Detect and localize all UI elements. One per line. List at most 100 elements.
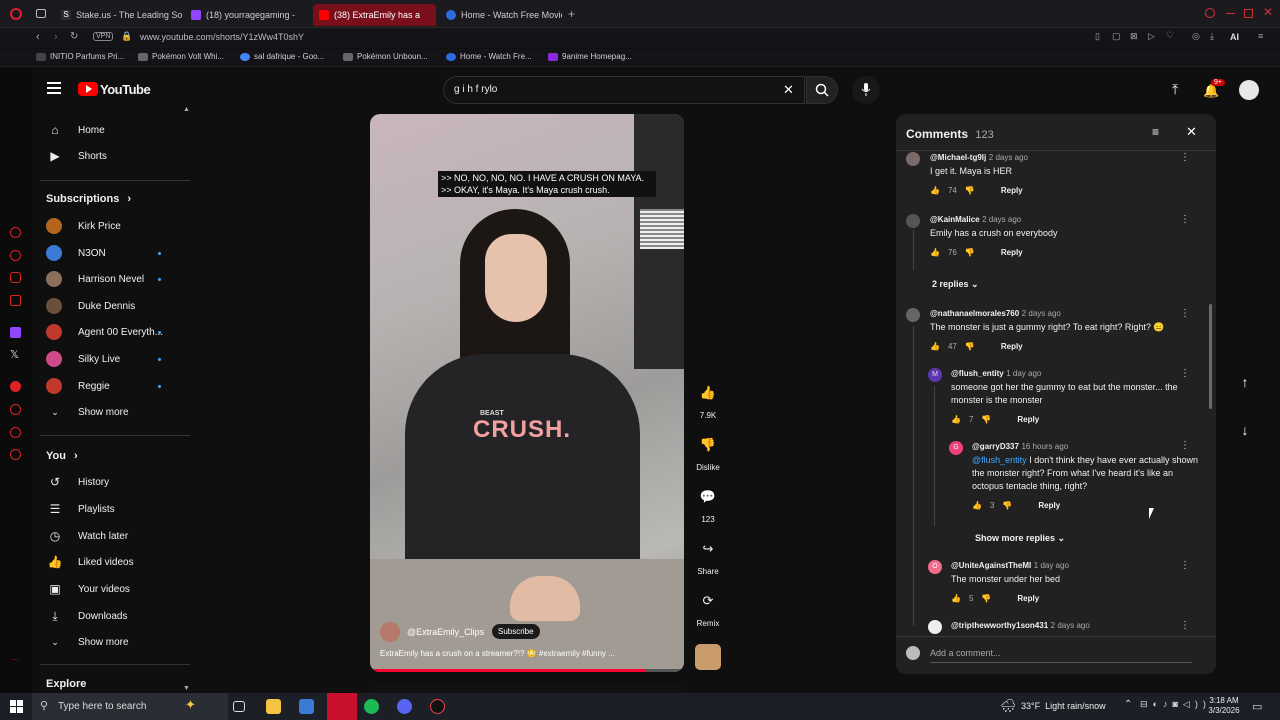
minimize-window-button[interactable] xyxy=(1226,13,1235,14)
subscriptions-heading[interactable]: Subscriptions › xyxy=(46,193,131,205)
bookmark-item[interactable]: INITIO Parfums Pri... xyxy=(36,52,124,61)
bookmark-item[interactable]: Pokémon Unboun... xyxy=(343,52,428,61)
subscription-item[interactable]: Silky Live xyxy=(46,349,120,369)
reload-icon[interactable]: ↻ xyxy=(70,31,78,42)
windows-start-icon[interactable] xyxy=(10,700,23,713)
channel-avatar[interactable] xyxy=(380,622,400,642)
subscription-item[interactable]: N3ON xyxy=(46,243,106,263)
comment-menu-icon[interactable]: ⋮ xyxy=(1180,368,1190,379)
add-comment-input[interactable]: Add a comment... xyxy=(930,648,1001,658)
comments-button[interactable]: 💬 123 xyxy=(692,482,724,524)
reply-avatar[interactable]: M xyxy=(928,368,942,382)
maximize-window-button[interactable] xyxy=(1244,9,1253,18)
thumbs-down-icon[interactable]: 👎 xyxy=(981,594,991,603)
search-input[interactable]: g i h f rylo xyxy=(454,84,497,95)
reply-button[interactable]: Reply xyxy=(1001,248,1023,257)
thumbs-down-icon[interactable]: 👎 xyxy=(1002,501,1012,510)
video-title[interactable]: ExtraEmily has a crush on a streamer?!? … xyxy=(380,649,615,658)
sidebar-item-liked-videos[interactable]: 👍 Liked videos xyxy=(46,552,134,572)
app-icon[interactable] xyxy=(430,699,445,714)
share-button[interactable]: ↪ Share xyxy=(692,534,724,576)
browser-tab-youtube-active[interactable]: (38) ExtraEmily has a xyxy=(313,4,436,26)
thumbs-down-icon[interactable]: 👎 xyxy=(965,342,975,351)
rail-more-icon[interactable]: ⋯ xyxy=(11,655,19,664)
clock[interactable]: 3:18 AM 3/3/2026 xyxy=(1207,696,1241,716)
search-button[interactable] xyxy=(806,76,838,104)
previous-short-button[interactable]: ↑ xyxy=(1233,370,1257,394)
new-tab-button[interactable]: + xyxy=(568,7,575,21)
youtube-logo-icon[interactable] xyxy=(78,82,98,96)
bookmark-item[interactable]: 9anime Homepag... xyxy=(548,52,632,61)
rail-instagram-icon[interactable] xyxy=(10,272,21,283)
comment-menu-icon[interactable]: ⋮ xyxy=(1180,214,1190,225)
clear-search-icon[interactable]: ✕ xyxy=(783,82,794,98)
dislike-button[interactable]: 👎 Dislike xyxy=(692,430,724,472)
comment-author[interactable]: @garryD337 xyxy=(972,442,1019,451)
reply-button[interactable]: Reply xyxy=(1001,342,1023,351)
rail-spotify-icon[interactable] xyxy=(10,381,21,392)
adblock-icon[interactable]: ⊠ xyxy=(1130,31,1138,42)
like-button[interactable]: 👍 7.9K xyxy=(692,378,724,420)
comment-menu-icon[interactable]: ⋮ xyxy=(1180,620,1190,631)
download-icon[interactable]: ⤓ xyxy=(1210,31,1214,42)
guide-menu-icon[interactable] xyxy=(47,82,61,94)
reply-button[interactable]: Reply xyxy=(1017,594,1039,603)
notification-center-icon[interactable]: ▭ xyxy=(1252,700,1262,713)
opera-taskbar-button[interactable] xyxy=(327,693,357,720)
thumbs-up-icon[interactable]: 👍 xyxy=(930,342,940,351)
close-window-button[interactable]: ✕ xyxy=(1263,5,1273,19)
thumbs-up-icon[interactable]: 👍 xyxy=(972,501,982,510)
next-short-button[interactable]: ↓ xyxy=(1233,418,1257,442)
comment-author[interactable]: @KainMalice xyxy=(930,215,980,224)
comment-author[interactable]: @tripthewworthy1son431 xyxy=(951,621,1048,630)
sidebar-scroll-up-icon[interactable]: ▲ xyxy=(183,106,190,113)
subscription-item[interactable]: Reggie xyxy=(46,376,110,396)
thumbs-up-icon[interactable]: 👍 xyxy=(951,415,961,424)
sidebar-item-history[interactable]: ↺ History xyxy=(46,472,109,492)
weather-text[interactable]: 33°F Light rain/snow xyxy=(1021,701,1106,711)
thumbs-down-icon[interactable]: 👎 xyxy=(981,415,991,424)
commenter-avatar[interactable] xyxy=(906,152,920,166)
reply-avatar[interactable]: O xyxy=(928,560,942,574)
thumbs-up-icon[interactable]: 👍 xyxy=(951,594,961,603)
search-box[interactable]: g i h f rylo ✕ xyxy=(443,76,805,104)
view-replies-toggle[interactable]: 2 replies ⌄ xyxy=(932,279,979,290)
bookmark-page-icon[interactable]: ▯ xyxy=(1095,31,1100,42)
heart-icon[interactable]: ♡ xyxy=(1166,30,1174,41)
player-icon[interactable]: ▷ xyxy=(1148,31,1155,42)
search-tabs-icon[interactable] xyxy=(1205,8,1215,18)
rail-x-icon[interactable]: 𝕏 xyxy=(10,348,19,361)
comments-scrollbar[interactable] xyxy=(1209,304,1212,409)
bookmark-item[interactable]: Pokémon Volt Whi... xyxy=(138,52,224,61)
sidebar-item-playlists[interactable]: ☰ Playlists xyxy=(46,499,115,519)
reply-button[interactable]: Reply xyxy=(1017,415,1039,424)
reply-button[interactable]: Reply xyxy=(1038,501,1060,510)
tab-overview-icon[interactable] xyxy=(36,9,46,18)
sound-thumbnail[interactable] xyxy=(695,644,721,670)
comment-author[interactable]: @nathanaelmorales760 xyxy=(930,309,1019,318)
show-more-replies-button[interactable]: Show more replies ⌄ xyxy=(975,533,1065,544)
task-view-icon[interactable] xyxy=(233,701,245,712)
commenter-avatar[interactable] xyxy=(906,214,920,228)
voice-search-button[interactable] xyxy=(852,76,880,104)
rail-chat-icon[interactable] xyxy=(10,227,21,238)
thumbs-up-icon[interactable]: 👍 xyxy=(930,248,940,257)
sidebar-item-downloads[interactable]: ⤓ Downloads xyxy=(46,606,127,626)
show-more-you[interactable]: ⌄ Show more xyxy=(46,632,128,652)
thumbs-up-icon[interactable]: 👍 xyxy=(930,186,940,195)
file-explorer-icon[interactable] xyxy=(266,699,281,714)
rail-history-icon[interactable] xyxy=(10,404,21,415)
sidebar-item-watch-later[interactable]: ◷ Watch later xyxy=(46,526,128,546)
you-heading[interactable]: You › xyxy=(46,450,78,462)
taskbar-search-box[interactable]: ⚲ Type here to search ✦ xyxy=(32,693,228,720)
sidebar-scroll-down-icon[interactable]: ▼ xyxy=(183,685,190,692)
sidebar-item-home[interactable]: ⌂ Home xyxy=(46,120,104,140)
browser-tab-movies[interactable]: Home - Watch Free Movie xyxy=(440,4,562,26)
notifications-button[interactable]: 🔔 9+ xyxy=(1203,79,1225,100)
create-upload-icon[interactable]: ⤒ xyxy=(1172,81,1178,98)
forward-icon[interactable]: › xyxy=(54,31,58,43)
comment-author[interactable]: @flush_entity xyxy=(951,369,1004,378)
sidebar-item-your-videos[interactable]: ▣ Your videos xyxy=(46,579,130,599)
subscription-item[interactable]: Duke Dennis xyxy=(46,296,135,316)
rail-messenger-icon[interactable] xyxy=(10,250,21,261)
